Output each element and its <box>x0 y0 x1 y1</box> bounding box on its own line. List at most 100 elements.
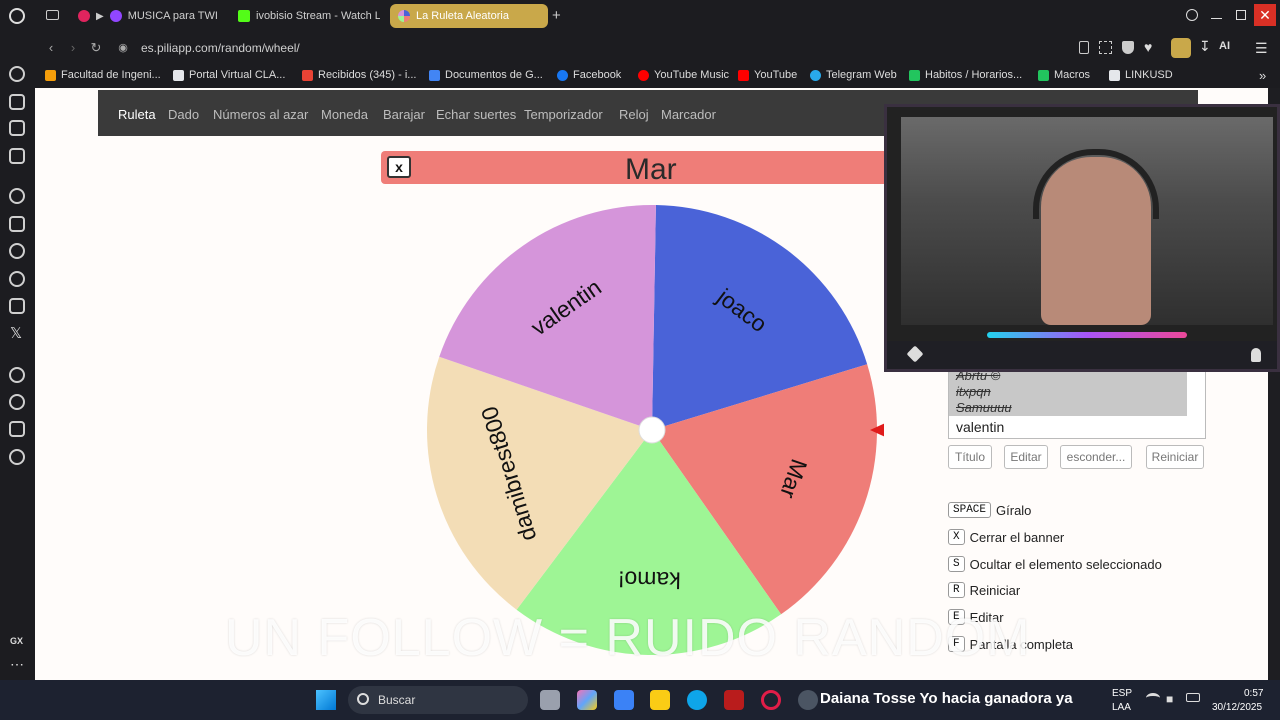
ai-icon[interactable]: AI <box>1219 40 1230 52</box>
browser-logo-icon[interactable] <box>9 8 25 24</box>
shield-icon[interactable] <box>1122 41 1134 54</box>
bookmark-linkusd[interactable]: LINKUSD <box>1109 69 1173 81</box>
shortcut-label: Gíralo <box>996 502 1032 518</box>
speed-dial-icon[interactable] <box>9 66 25 82</box>
new-tab-button[interactable]: + <box>552 8 561 23</box>
bookmark-macros[interactable]: Macros <box>1038 69 1090 81</box>
nav-numeros[interactable]: Números al azar <box>213 107 308 122</box>
bookmark-telegram[interactable]: Telegram Web <box>810 69 897 81</box>
workspaces-icon[interactable] <box>9 94 25 110</box>
title-button[interactable]: Título <box>948 445 992 469</box>
bookmark-youtube-music[interactable]: YouTube Music <box>638 69 729 81</box>
result-banner: x Mar <box>381 151 901 186</box>
whatsapp-icon[interactable] <box>9 271 25 287</box>
nav-echar-suertes[interactable]: Echar suertes <box>436 107 516 122</box>
sheets-icon <box>1038 69 1049 81</box>
tab-music[interactable]: ▶ MUSICA para TWIT <box>70 4 218 28</box>
aria-icon[interactable] <box>9 120 25 136</box>
x-icon[interactable]: 𝕏 <box>10 324 22 342</box>
wifi-icon[interactable] <box>1146 693 1160 703</box>
clock-time[interactable]: 0:57 <box>1244 688 1263 699</box>
obs-icon[interactable] <box>798 690 818 710</box>
edit-button[interactable]: Editar <box>1004 445 1048 469</box>
extensions-icon[interactable] <box>9 421 25 437</box>
bookmark-label: Macros <box>1054 69 1091 81</box>
lang-indicator-2[interactable]: LAA <box>1112 702 1131 713</box>
bookmark-facultad[interactable]: Facultad de Ingeni... <box>45 69 161 81</box>
menu-icon[interactable]: ☰ <box>1255 40 1268 57</box>
photos-icon[interactable] <box>614 690 634 710</box>
nav-temporizador[interactable]: Temporizador <box>524 107 603 122</box>
nav-marcador[interactable]: Marcador <box>661 107 716 122</box>
bookmark-label: Portal Virtual CLA... <box>189 69 286 81</box>
banner-close-button[interactable]: x <box>387 156 411 178</box>
edge-app-icon[interactable] <box>687 690 707 710</box>
tab-ruleta[interactable]: La Ruleta Aleatoria <box>390 4 548 28</box>
opera-gx-icon[interactable] <box>761 690 781 710</box>
names-textarea[interactable]: Abrtu © itxpqn Samuuuu valentin <box>948 368 1206 439</box>
bookmark-docs[interactable]: Documentos de G... <box>429 69 543 81</box>
bookmark-youtube[interactable]: YouTube <box>738 69 797 81</box>
bookmark-portal[interactable]: Portal Virtual CLA... <box>173 69 285 81</box>
screenshot-icon[interactable] <box>1099 41 1112 54</box>
copilot-icon[interactable] <box>577 690 597 710</box>
more-icon[interactable]: ⋯ <box>10 656 24 673</box>
download-icon[interactable]: ↧ <box>1199 38 1211 55</box>
tab-label: MUSICA para TWIT <box>127 10 218 22</box>
shortcut-key: X <box>948 529 965 545</box>
volume-icon[interactable]: ■ <box>1166 692 1173 706</box>
forward-button[interactable]: › <box>65 40 81 56</box>
file-explorer-icon[interactable] <box>650 690 670 710</box>
banner-title: Mar <box>625 153 677 186</box>
tab-stream[interactable]: ivobisio Stream - Watch L <box>230 4 380 28</box>
battery-icon[interactable] <box>1186 693 1200 702</box>
nav-reloj[interactable]: Reloj <box>619 107 649 122</box>
task-view-icon[interactable] <box>540 690 560 710</box>
extension-icon[interactable] <box>1171 38 1191 58</box>
lang-indicator[interactable]: ESP <box>1112 688 1132 699</box>
url-field[interactable]: es.piliapp.com/random/wheel/ <box>141 41 300 55</box>
search-tabs-icon[interactable] <box>1186 9 1198 21</box>
history-icon[interactable] <box>9 394 25 410</box>
bookmark-gmail[interactable]: Recibidos (345) - i... <box>302 69 416 81</box>
reload-button[interactable]: ↻ <box>88 40 104 56</box>
messenger-icon[interactable] <box>9 243 25 259</box>
back-button[interactable]: ‹ <box>43 40 59 56</box>
tab-label: ivobisio Stream - Watch L <box>256 10 380 22</box>
player-icon[interactable] <box>9 367 25 383</box>
more-bookmarks-icon[interactable]: » <box>1259 68 1266 83</box>
heart-icon[interactable]: ♥ <box>1144 39 1152 55</box>
nav-moneda[interactable]: Moneda <box>321 107 368 122</box>
settings-icon[interactable] <box>9 449 25 465</box>
spinning-wheel[interactable]: joacoMarkamo!damibrest800valentin <box>424 201 884 661</box>
nav-barajar[interactable]: Barajar <box>383 107 425 122</box>
windows-start-icon[interactable] <box>316 690 336 710</box>
close-window-button[interactable]: ✕ <box>1254 4 1276 26</box>
pin-icon[interactable] <box>1079 41 1089 54</box>
tab-list-icon[interactable] <box>46 10 59 20</box>
minimize-button[interactable] <box>1211 18 1222 19</box>
speaker-icon[interactable]: ▶ <box>96 11 104 22</box>
wheel-tab-icon <box>398 10 410 22</box>
taskbar-search[interactable]: Buscar <box>348 686 528 714</box>
nav-ruleta[interactable]: Ruleta <box>118 107 156 122</box>
hide-button[interactable]: esconder... <box>1060 445 1132 469</box>
clock-date[interactable]: 30/12/2025 <box>1212 702 1262 713</box>
tab-strip: ▶ MUSICA para TWIT ivobisio Stream - Wat… <box>0 0 1280 32</box>
bookmarks-bar: Facultad de Ingeni... Portal Virtual CLA… <box>35 64 1280 88</box>
chatgpt-icon[interactable] <box>9 188 25 204</box>
shortcut-label: Ocultar el elemento seleccionado <box>969 556 1162 572</box>
shortcut-row: X Cerrar el banner <box>948 529 1064 545</box>
stream-ticker: Daiana Tosse Yo hacia ganadora ya <box>820 690 1073 707</box>
bookmark-facebook[interactable]: Facebook <box>557 69 621 81</box>
acrobat-icon[interactable] <box>724 690 744 710</box>
bookmark-icon <box>45 69 56 81</box>
messenger-m-icon[interactable] <box>9 148 25 164</box>
reset-button[interactable]: Reiniciar <box>1146 445 1204 469</box>
gx-icon[interactable]: GX <box>10 636 23 646</box>
bookmark-habitos[interactable]: Habitos / Horarios... <box>909 69 1022 81</box>
instagram-icon[interactable] <box>9 298 25 314</box>
maximize-button[interactable] <box>1236 10 1246 20</box>
twitch-icon[interactable] <box>9 216 25 232</box>
nav-dado[interactable]: Dado <box>168 107 199 122</box>
